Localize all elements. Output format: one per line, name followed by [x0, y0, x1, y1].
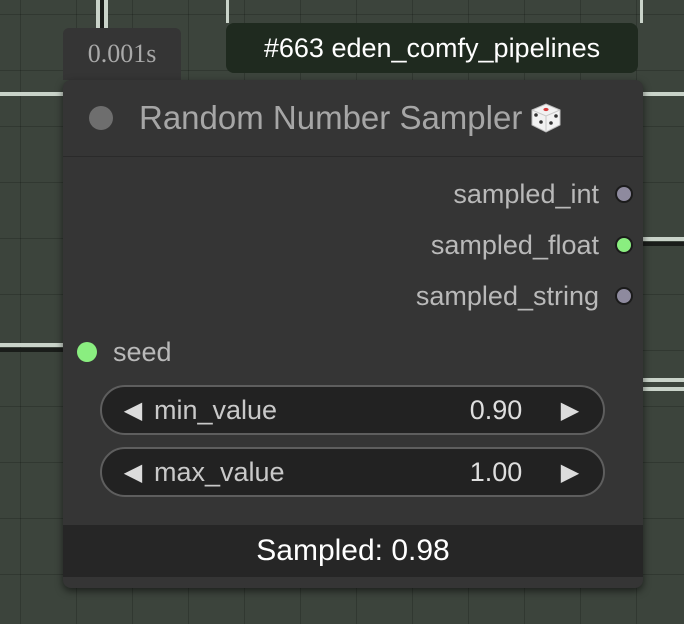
connection-wire	[643, 378, 684, 382]
output-label: sampled_float	[430, 229, 599, 260]
output-slot-dot[interactable]	[615, 185, 633, 203]
output-sampled-string[interactable]: sampled_string	[416, 276, 633, 316]
node-title: Random Number Sampler	[139, 98, 564, 144]
connection-wire	[643, 387, 684, 391]
connection-wire	[643, 242, 684, 246]
input-label: seed	[113, 336, 172, 367]
connection-wire	[100, 0, 104, 28]
decrement-arrow-icon[interactable]: ◀	[114, 396, 152, 425]
decrement-arrow-icon[interactable]: ◀	[114, 458, 152, 487]
connection-wire	[0, 92, 63, 96]
connection-wire	[0, 343, 63, 347]
widget-value[interactable]: 1.00	[451, 457, 541, 488]
node-id-badge: #663 eden_comfy_pipelines	[226, 23, 638, 73]
widget-label: min_value	[154, 394, 278, 425]
increment-arrow-icon[interactable]: ▶	[551, 458, 589, 487]
connection-wire	[226, 0, 229, 23]
output-slot-dot[interactable]	[615, 287, 633, 305]
connection-wire	[104, 0, 108, 28]
widget-value[interactable]: 0.90	[451, 395, 541, 426]
node-title-text: Random Number Sampler	[139, 99, 523, 136]
output-sampled-float[interactable]: sampled_float	[431, 225, 633, 265]
connection-wire	[643, 92, 684, 96]
connection-wire	[0, 348, 63, 352]
connection-wire	[640, 0, 643, 23]
output-slot-dot[interactable]	[615, 236, 633, 254]
increment-arrow-icon[interactable]: ▶	[551, 396, 589, 425]
max-value-widget[interactable]: ◀ max_value 1.00 ▶	[100, 447, 605, 497]
output-label: sampled_string	[415, 280, 599, 311]
sampled-result-display: Sampled: 0.98	[63, 525, 643, 577]
widget-label: max_value	[154, 456, 285, 487]
min-value-widget[interactable]: ◀ min_value 0.90 ▶	[100, 385, 605, 435]
output-label: sampled_int	[453, 178, 599, 209]
output-sampled-int[interactable]: sampled_int	[453, 174, 633, 214]
execution-time-label: 0.001s	[63, 28, 181, 80]
random-number-sampler-node[interactable]: Random Number Sampler sampled_int sample…	[63, 80, 643, 588]
input-slot-dot[interactable]	[77, 342, 97, 362]
input-seed[interactable]: seed	[77, 332, 172, 372]
connection-wire	[643, 237, 684, 241]
node-header[interactable]: Random Number Sampler	[63, 80, 643, 157]
dice-icon	[528, 99, 564, 144]
collapse-toggle-icon[interactable]	[89, 106, 113, 130]
